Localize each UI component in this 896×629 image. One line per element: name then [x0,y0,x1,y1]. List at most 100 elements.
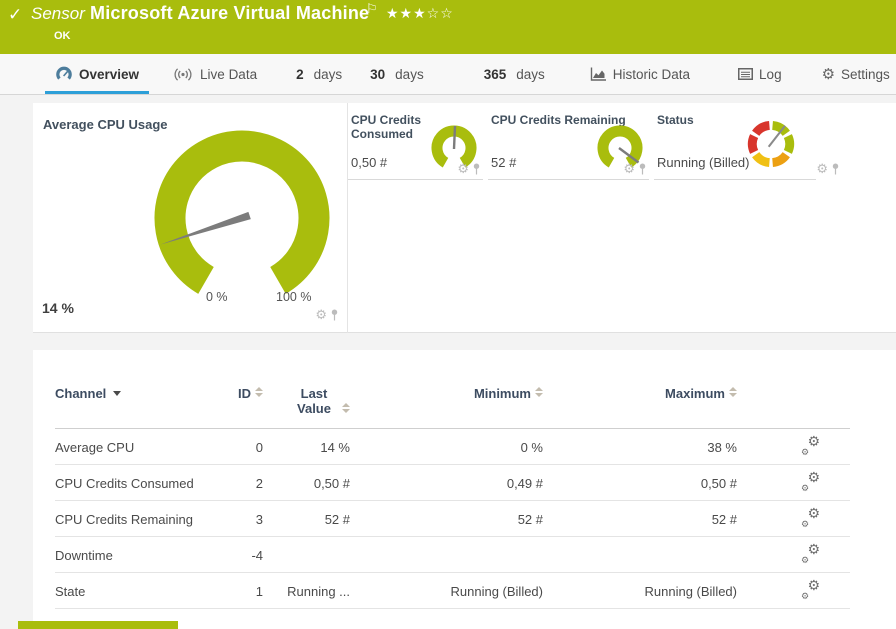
sort-icon [342,403,350,413]
sort-icon [535,387,543,397]
minimum-cell: 52 # [350,501,543,537]
channel-name-cell[interactable]: Downtime [55,537,205,573]
flag-icon[interactable]: ⚐ [366,1,378,17]
actions-cell: ⚙ ⚙ [737,429,850,465]
sort-desc-icon [113,391,121,396]
sort-icon [255,387,263,397]
pin-icon[interactable] [330,309,339,321]
maximum-cell: 0,50 # [543,465,737,501]
channel-table: Channel ID Last Value Minimum Maximum [55,350,850,609]
maximum-cell: 38 % [543,429,737,465]
gear-icon: ⚙ [807,506,820,520]
sensor-title: Microsoft Azure Virtual Machine [90,3,369,24]
table-row: CPU Credits Remaining 3 52 # 52 # 52 # ⚙… [55,501,850,537]
live-icon [172,67,194,82]
sensor-header: ✓ Sensor Microsoft Azure Virtual Machine… [0,0,896,54]
gear-icon: ⚙ [807,434,820,448]
channel-name-cell[interactable]: State [55,573,205,609]
gear-icon: ⚙ [807,578,820,592]
priority-star-rating[interactable]: ★★★☆☆ [386,5,454,22]
status-tile: Status Running (Billed) ⚙ [654,103,816,180]
channel-name-cell[interactable]: CPU Credits Consumed [55,465,205,501]
last-value-cell [263,537,350,573]
channel-name-cell[interactable]: Average CPU [55,429,205,465]
status-gauge [743,116,799,172]
sensor-status-badge: OK [54,30,71,42]
gauge-min-label: 0 % [206,290,228,304]
channel-id-cell: 1 [205,573,263,609]
actions-cell: ⚙ ⚙ [737,465,850,501]
cpu-credits-consumed-tile: CPU Credits Consumed 0,50 # ⚙ [348,103,483,180]
channel-id-cell: 0 [205,429,263,465]
log-icon [738,68,753,80]
tab-365-days[interactable]: 365days [474,54,555,94]
gear-icon: ⚙ [801,484,809,493]
last-value-cell: 0,50 # [263,465,350,501]
actions-cell: ⚙ ⚙ [737,573,850,609]
tab-historic-data[interactable]: Historic Data [580,54,700,94]
tile-gear-icon[interactable]: ⚙ [623,162,635,175]
channel-settings-icon[interactable]: ⚙ ⚙ [801,582,820,597]
pin-icon[interactable] [831,163,840,175]
minimum-cell: 0 % [350,429,543,465]
minimum-cell: Running (Billed) [350,573,543,609]
maximum-cell [543,537,737,573]
tile-value: 52 # [491,155,516,170]
channel-name-cell[interactable]: CPU Credits Remaining [55,501,205,537]
column-header-minimum[interactable]: Minimum [350,350,543,429]
gear-icon: ⚙ [801,448,809,457]
prtg-sensor-page: ✓ Sensor Microsoft Azure Virtual Machine… [0,0,896,629]
gear-icon: ⚙ [801,520,809,529]
sort-icon [729,387,737,397]
gauge-max-label: 100 % [276,290,311,304]
channel-settings-icon[interactable]: ⚙ ⚙ [801,438,820,453]
tab-30-days[interactable]: 30days [360,54,434,94]
tab-log[interactable]: Log [728,54,792,94]
gear-icon: ⚙ [822,67,835,82]
cpu-credits-remaining-tile: CPU Credits Remaining 52 # ⚙ [488,103,649,180]
channel-id-cell: -4 [205,537,263,573]
cpu-usage-gauge [137,121,347,306]
bottom-green-bar [18,621,178,629]
pin-icon[interactable] [472,163,481,175]
gauge-value: 14 % [42,300,74,316]
gear-icon: ⚙ [807,542,820,556]
actions-cell: ⚙ ⚙ [737,501,850,537]
gear-icon: ⚙ [801,556,809,565]
minimum-cell [350,537,543,573]
minimum-cell: 0,49 # [350,465,543,501]
tile-gear-icon[interactable]: ⚙ [816,162,828,175]
table-row: Downtime -4 ⚙ ⚙ [55,537,850,573]
channel-id-cell: 2 [205,465,263,501]
tab-overview[interactable]: Overview [45,54,149,94]
column-header-channel[interactable]: Channel [55,350,205,429]
gauges-panel: Average CPU Usage 0 % 100 % 14 % ⚙ CPU C… [33,103,896,333]
table-row: State 1 Running ... Running (Billed) Run… [55,573,850,609]
maximum-cell: Running (Billed) [543,573,737,609]
table-row: Average CPU 0 14 % 0 % 38 % ⚙ ⚙ [55,429,850,465]
last-value-cell: Running ... [263,573,350,609]
tab-live-data[interactable]: Live Data [162,54,267,94]
tile-value: Running (Billed) [657,155,750,170]
tab-2-days[interactable]: 2days [286,54,352,94]
column-header-maximum[interactable]: Maximum [543,350,737,429]
tile-gear-icon[interactable]: ⚙ [315,308,327,321]
channel-settings-icon[interactable]: ⚙ ⚙ [801,510,820,525]
tile-title: Status [657,113,694,127]
maximum-cell: 52 # [543,501,737,537]
sensor-kind-label: Sensor [31,4,85,24]
area-chart-icon [590,67,607,81]
tab-bar: Overview Live Data 2days 30days 365days [0,54,896,95]
column-header-last-value[interactable]: Last Value [263,350,350,429]
tile-value: 0,50 # [351,155,387,170]
table-row: CPU Credits Consumed 2 0,50 # 0,49 # 0,5… [55,465,850,501]
channel-settings-icon[interactable]: ⚙ ⚙ [801,546,820,561]
table-header-row: Channel ID Last Value Minimum Maximum [55,350,850,429]
status-check-icon: ✓ [8,5,22,25]
channel-settings-icon[interactable]: ⚙ ⚙ [801,474,820,489]
actions-cell: ⚙ ⚙ [737,537,850,573]
column-header-id[interactable]: ID [205,350,263,429]
tab-settings[interactable]: ⚙ Settings [812,54,896,94]
pin-icon[interactable] [638,163,647,175]
tile-gear-icon[interactable]: ⚙ [457,162,469,175]
